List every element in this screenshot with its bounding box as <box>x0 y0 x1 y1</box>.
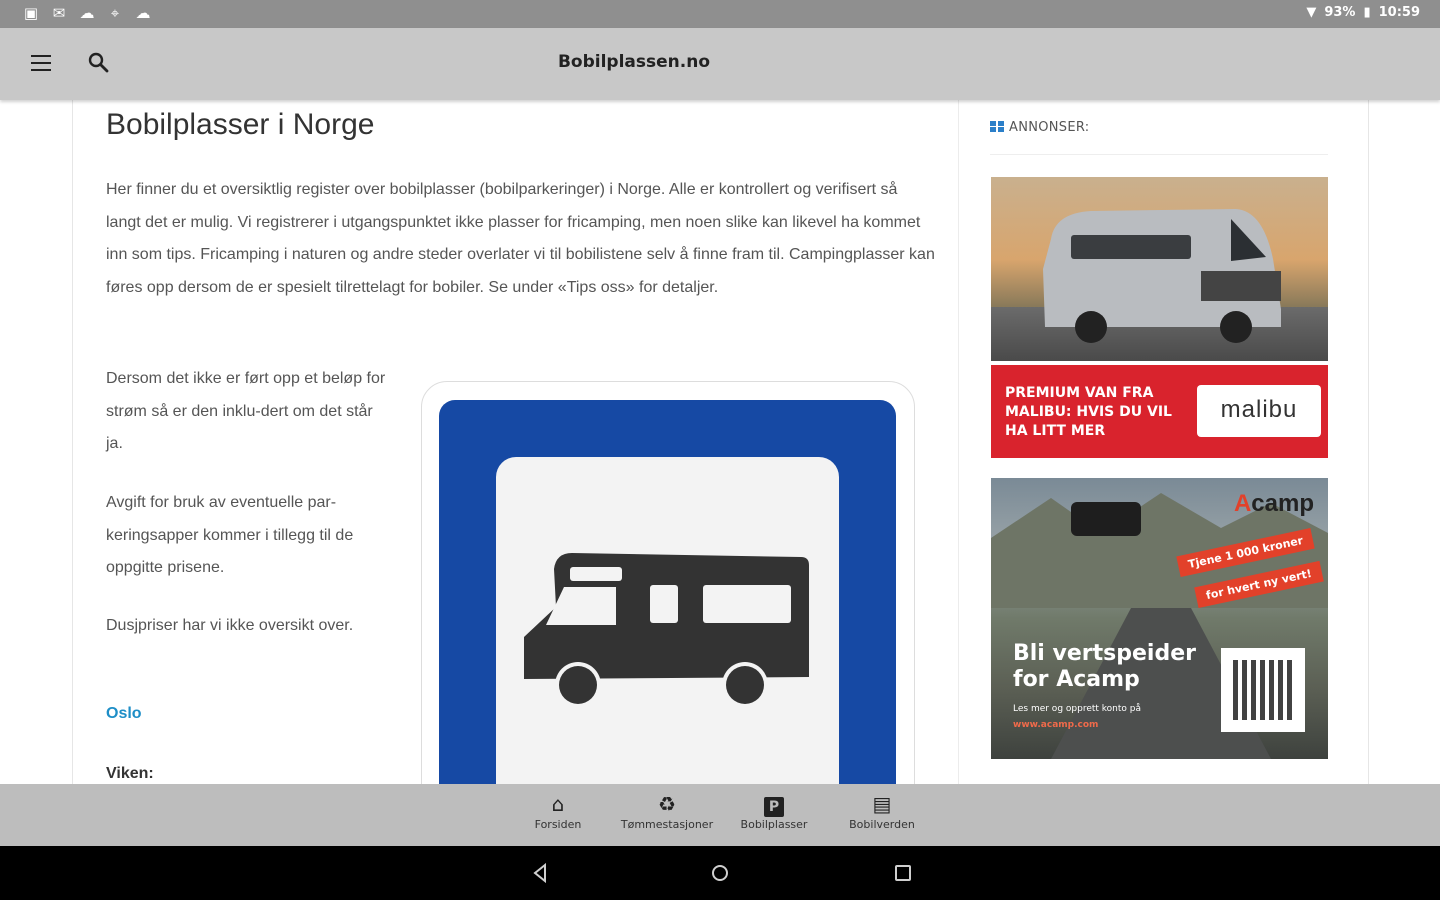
nav-label: Tømmestasjoner <box>620 818 714 831</box>
cloud-icon: ☁ <box>79 4 95 22</box>
recycle-icon: ♻ <box>658 792 676 816</box>
battery-level: 93% <box>1324 5 1356 20</box>
app-bar: Bobilplassen.no <box>0 28 1440 100</box>
notification-icons: ▣ ✉ ☁ ⌖ ☁ <box>22 4 152 22</box>
home-circle-icon[interactable] <box>708 861 732 885</box>
ad-subtext: Les mer og opprett konto på <box>1013 704 1142 714</box>
sidebar: ANNONSER: PREMIUM VAN FRA MALIBU: HVIS D… <box>958 100 1369 784</box>
system-status: ▼ 93% ▮ 10:59 <box>1306 5 1420 20</box>
ad-url: www.acamp.com <box>1013 720 1099 730</box>
ad-text: PREMIUM VAN FRA MALIBU: HVIS DU VIL HA L… <box>1005 385 1172 439</box>
sign-white-panel <box>496 457 839 784</box>
nav-item-forsiden[interactable]: ⌂ Forsiden <box>503 792 613 842</box>
app-title: Bobilplassen.no <box>557 52 711 72</box>
divider <box>990 154 1328 155</box>
wifi-icon: ▼ <box>1306 5 1317 20</box>
intro-text: Her finner du et oversiktlig register ov… <box>106 181 935 296</box>
camper-van-image <box>1043 209 1281 343</box>
mail-icon: ✉ <box>52 4 66 22</box>
bottom-navigation: ⌂ Forsiden ♻ Tømmestasjoner P Bobilplass… <box>0 784 1440 846</box>
ads-heading: ANNONSER: <box>990 120 1089 135</box>
info-paragraph: Avgift for bruk av eventuelle par-kering… <box>106 494 354 576</box>
info-paragraph: Dersom det ikke er ført opp et beløp for… <box>106 370 386 452</box>
grid-icon <box>990 121 1004 132</box>
home-icon: ⌂ <box>551 792 565 816</box>
recents-icon[interactable] <box>891 861 915 885</box>
page-title: Bobilplasser i Norge <box>106 108 375 141</box>
system-navigation-bar <box>0 846 1440 900</box>
nav-label: Bobilplasser <box>740 818 808 831</box>
info-paragraph: Dusjpriser har vi ikke oversikt over. <box>106 617 354 634</box>
malibu-logo: malibu <box>1197 385 1321 437</box>
nav-item-bobilverden[interactable]: ▤ Bobilverden <box>827 792 937 842</box>
region-heading-viken: Viken: <box>106 765 154 782</box>
nav-label: Forsiden <box>534 818 582 831</box>
ad-banner-malibu[interactable]: PREMIUM VAN FRA MALIBU: HVIS DU VIL HA L… <box>991 177 1328 458</box>
main-column: Bobilplasser i Norge Her finner du et ov… <box>72 100 959 784</box>
battery-icon: ▮ <box>1363 5 1371 20</box>
ad-banner-acamp[interactable]: Acamp Tjene 1 000 kroner for hvert ny ve… <box>991 478 1328 759</box>
nav-label: Bobilverden <box>849 818 915 831</box>
parking-icon: P <box>719 792 829 817</box>
status-bar: ▣ ✉ ☁ ⌖ ☁ ▼ 93% ▮ 10:59 <box>0 0 1440 28</box>
qr-code-icon <box>1221 648 1305 732</box>
nav-item-bobilplasser[interactable]: P Bobilplasser <box>719 792 829 842</box>
nav-item-tommestasjoner[interactable]: ♻ Tømmestasjoner <box>612 792 722 842</box>
image-icon: ▣ <box>23 4 39 22</box>
acamp-logo: Acamp <box>1233 490 1314 517</box>
region-link-oslo[interactable]: Oslo <box>106 705 142 723</box>
location-icon: ⌖ <box>110 4 120 22</box>
cloud-icon: ☁ <box>135 4 151 22</box>
ad-headline: Bli vertspeider for Acamp <box>1013 641 1196 692</box>
motorhome-icon <box>524 553 809 708</box>
page-content[interactable]: Bobilplasser i Norge Her finner du et ov… <box>0 100 1440 784</box>
back-icon[interactable] <box>528 861 552 885</box>
newspaper-icon: ▤ <box>872 792 892 816</box>
clock: 10:59 <box>1378 5 1420 20</box>
